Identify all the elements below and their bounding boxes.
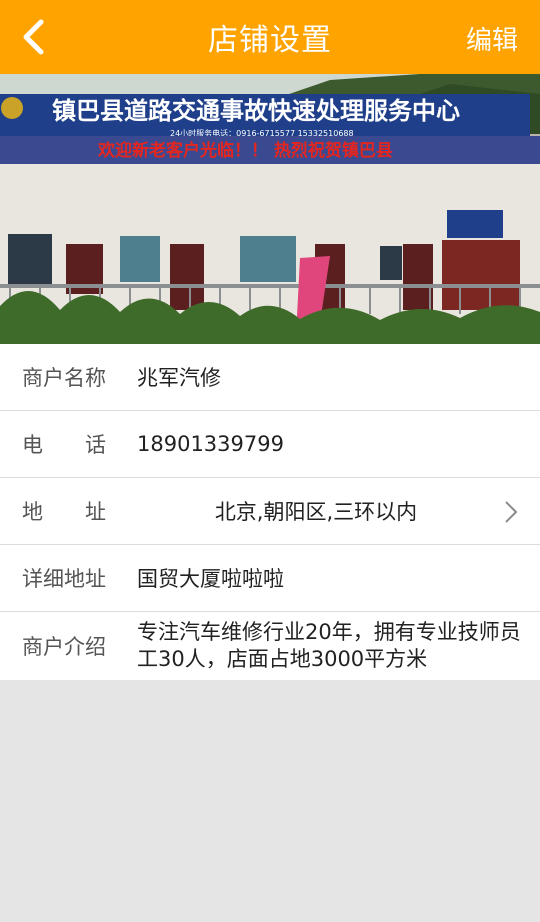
detail-address-row[interactable]: 详细地址 国贸大厦啦啦啦 (0, 545, 540, 612)
merchant-intro-row[interactable]: 商户介绍 专注汽车维修行业20年，拥有专业技师员工30人，店面占地3000平方米 (0, 612, 540, 680)
chevron-right-icon (505, 501, 518, 523)
address-label: 地 址 (22, 500, 106, 524)
back-button[interactable] (8, 10, 60, 64)
address-value: 北京,朝阳区,三环以内 (214, 500, 418, 524)
merchant-name-value: 兆军汽修 (137, 366, 221, 390)
merchant-name-row[interactable]: 商户名称 兆军汽修 (0, 344, 540, 411)
detail-address-label: 详细地址 (22, 567, 106, 591)
merchant-name-label: 商户名称 (22, 366, 106, 390)
page-title: 店铺设置 (208, 23, 332, 58)
led-scroll-text: 欢迎新老客户光临！！ 热烈祝贺镇巴县 (97, 140, 393, 161)
phone-value: 18901339799 (137, 432, 284, 456)
store-photo: 镇巴县道路交通事故快速处理服务中心 24小时服务电话：0916-6715577 … (0, 74, 540, 344)
store-info-list: 商户名称 兆军汽修 电 话 18901339799 地 址 北京,朝阳区,三环以… (0, 344, 540, 680)
detail-address-value: 国贸大厦啦啦啦 (137, 567, 284, 591)
top-app-bar: 店铺设置 编辑 (0, 0, 540, 74)
chevron-left-icon (23, 19, 44, 55)
merchant-intro-value: 专注汽车维修行业20年，拥有专业技师员工30人，店面占地3000平方米 (137, 620, 521, 671)
sign-main-text: 镇巴县道路交通事故快速处理服务中心 (52, 97, 460, 125)
edit-button[interactable]: 编辑 (466, 20, 518, 57)
phone-row[interactable]: 电 话 18901339799 (0, 411, 540, 478)
address-row[interactable]: 地 址 北京,朝阳区,三环以内 (0, 478, 540, 545)
phone-label: 电 话 (22, 433, 106, 457)
merchant-intro-label: 商户介绍 (22, 635, 106, 659)
